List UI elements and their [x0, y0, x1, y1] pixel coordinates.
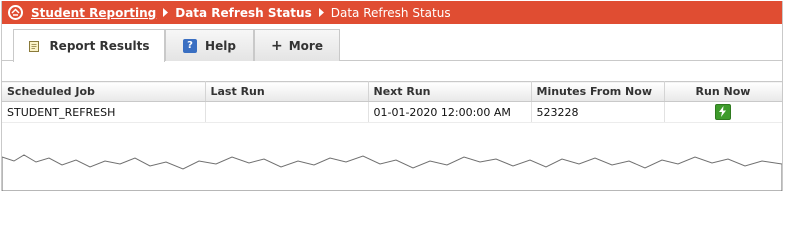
- app-frame: Student Reporting Data Refresh Status Da…: [1, 1, 783, 191]
- column-header-scheduled-job[interactable]: Scheduled Job: [2, 81, 206, 102]
- column-header-next-run[interactable]: Next Run: [368, 81, 532, 102]
- tab-help[interactable]: ? Help: [165, 29, 254, 61]
- data-refresh-table: Scheduled Job Last Run Next Run Minutes …: [2, 81, 782, 123]
- table-header-row: Scheduled Job Last Run Next Run Minutes …: [2, 81, 782, 102]
- column-header-minutes-from-now[interactable]: Minutes From Now: [531, 81, 665, 102]
- breadcrumb-chevron-icon: [318, 8, 324, 17]
- plus-icon: +: [271, 37, 283, 54]
- breadcrumb-data-refresh-status[interactable]: Data Refresh Status: [175, 6, 312, 20]
- help-icon: ?: [183, 38, 198, 53]
- column-header-run-now[interactable]: Run Now: [664, 81, 782, 102]
- tab-label: More: [288, 38, 323, 53]
- title-bar: Student Reporting Data Refresh Status Da…: [2, 1, 782, 24]
- tab-label: Help: [205, 38, 236, 53]
- tab-label: Report Results: [49, 39, 150, 53]
- lightning-run-icon[interactable]: [715, 104, 731, 120]
- app-logo-icon: [8, 5, 23, 20]
- torn-edge-decoration: [2, 154, 782, 191]
- table-row: STUDENT_REFRESH 01-01-2020 12:00:00 AM 5…: [2, 101, 782, 123]
- tab-report-results[interactable]: Report Results: [13, 29, 165, 62]
- tab-more[interactable]: + More: [254, 29, 340, 61]
- cell-next-run: 01-01-2020 12:00:00 AM: [368, 101, 532, 123]
- breadcrumb-current-page: Data Refresh Status: [330, 5, 451, 20]
- breadcrumb-student-reporting[interactable]: Student Reporting: [31, 6, 156, 20]
- tab-bar: Report Results ? Help + More: [2, 24, 782, 62]
- cell-scheduled-job: STUDENT_REFRESH: [2, 101, 206, 123]
- column-header-last-run[interactable]: Last Run: [205, 81, 369, 102]
- cell-last-run: [205, 101, 369, 123]
- cell-run-now: [664, 101, 782, 123]
- cell-minutes-from-now: 523228: [531, 101, 665, 123]
- breadcrumb-chevron-icon: [163, 8, 169, 17]
- report-icon: [28, 40, 41, 53]
